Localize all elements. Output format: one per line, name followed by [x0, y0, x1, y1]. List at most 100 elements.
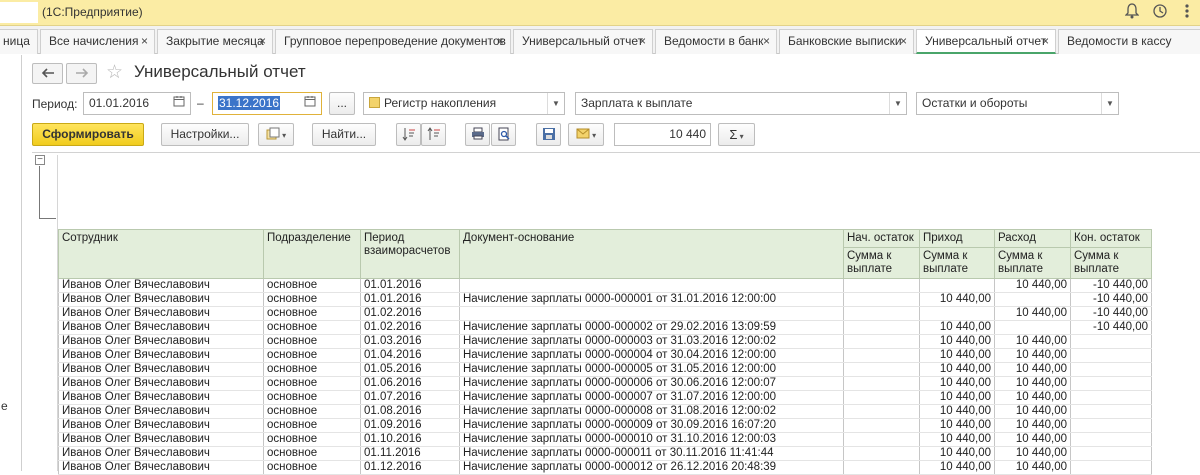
close-icon[interactable]: ×	[497, 30, 504, 53]
print-preview-button[interactable]	[491, 123, 516, 146]
cell-document[interactable]: Начисление зарплаты 0000-000008 от 31.08…	[459, 404, 844, 419]
register-type-select[interactable]: Регистр накопления ▼	[363, 92, 565, 115]
cell-expense[interactable]	[994, 292, 1071, 307]
cell-document[interactable]: Начисление зарплаты 0000-000006 от 30.06…	[459, 376, 844, 391]
cell-end-balance[interactable]: -10 440,00	[1070, 306, 1152, 321]
generate-button[interactable]: Сформировать	[32, 123, 144, 146]
cell-department[interactable]: основное	[263, 320, 361, 335]
cell-expense[interactable]: 10 440,00	[994, 278, 1071, 293]
tab-bank-extracts[interactable]: Банковские выписки ×	[779, 29, 914, 54]
close-icon[interactable]: ×	[141, 30, 148, 53]
table-row[interactable]: Иванов Олег Вячеславович основное 01.02.20…	[58, 320, 1152, 335]
variant-menu-button[interactable]: ▾	[258, 123, 294, 146]
cell-document[interactable]: Начисление зарплаты 0000-000007 от 31.07…	[459, 390, 844, 405]
cell-period[interactable]: 01.02.2016	[360, 320, 460, 335]
cell-document[interactable]: Начисление зарплаты 0000-000001 от 31.01…	[459, 292, 844, 307]
cell-start-balance[interactable]	[843, 376, 920, 391]
cell-department[interactable]: основное	[263, 362, 361, 377]
cell-expense[interactable]: 10 440,00	[994, 432, 1071, 447]
find-button[interactable]: Найти...	[312, 123, 376, 146]
cell-end-balance[interactable]: -10 440,00	[1070, 278, 1152, 293]
more-menu-icon[interactable]	[1177, 3, 1197, 23]
table-row[interactable]: Иванов Олег Вячеславович основное 01.02.20…	[58, 306, 1152, 321]
cell-employee[interactable]: Иванов Олег Вячеславович	[58, 432, 264, 447]
cell-start-balance[interactable]	[843, 306, 920, 321]
close-icon[interactable]: ×	[900, 30, 907, 53]
table-row[interactable]: Иванов Олег Вячеславович основное 01.11.20…	[58, 446, 1152, 461]
cell-start-balance[interactable]	[843, 432, 920, 447]
cell-income[interactable]: 10 440,00	[919, 292, 995, 307]
cell-department[interactable]: основное	[263, 334, 361, 349]
cell-document[interactable]: Начисление зарплаты 0000-000003 от 31.03…	[459, 334, 844, 349]
favorite-star-icon[interactable]: ☆	[106, 61, 123, 84]
history-icon[interactable]	[1150, 3, 1170, 23]
cell-employee[interactable]: Иванов Олег Вячеславович	[58, 404, 264, 419]
cell-employee[interactable]: Иванов Олег Вячеславович	[58, 460, 264, 475]
cell-period[interactable]: 01.08.2016	[360, 404, 460, 419]
cell-expense[interactable]: 10 440,00	[994, 446, 1071, 461]
cell-document[interactable]: Начисление зарплаты 0000-000005 от 31.05…	[459, 362, 844, 377]
cell-expense[interactable]: 10 440,00	[994, 418, 1071, 433]
cell-employee[interactable]: Иванов Олег Вячеславович	[58, 278, 264, 293]
cell-employee[interactable]: Иванов Олег Вячеславович	[58, 306, 264, 321]
cell-employee[interactable]: Иванов Олег Вячеславович	[58, 390, 264, 405]
cell-end-balance[interactable]: -10 440,00	[1070, 320, 1152, 335]
cell-income[interactable]: 10 440,00	[919, 376, 995, 391]
cell-expense[interactable]: 10 440,00	[994, 460, 1071, 475]
cell-end-balance[interactable]	[1070, 446, 1152, 461]
cell-employee[interactable]: Иванов Олег Вячеславович	[58, 376, 264, 391]
period-to-field[interactable]: 31.12.2016	[212, 92, 322, 115]
cell-document[interactable]	[459, 278, 844, 293]
cell-employee[interactable]: Иванов Олег Вячеславович	[58, 362, 264, 377]
sum-mode-button[interactable]: Σ ▾	[718, 123, 755, 146]
sum-field[interactable]: 10 440	[614, 123, 711, 146]
tab-bank-statements-lists[interactable]: Ведомости в банк ×	[655, 29, 777, 54]
cell-income[interactable]: 10 440,00	[919, 390, 995, 405]
cell-department[interactable]: основное	[263, 292, 361, 307]
period-from-field[interactable]: 01.01.2016	[83, 92, 191, 115]
cell-start-balance[interactable]	[843, 334, 920, 349]
tab-home-page[interactable]: ница	[0, 29, 38, 54]
cell-start-balance[interactable]	[843, 404, 920, 419]
cell-end-balance[interactable]	[1070, 390, 1152, 405]
cell-period[interactable]: 01.04.2016	[360, 348, 460, 363]
table-row[interactable]: Иванов Олег Вячеславович основное 01.01.20…	[58, 292, 1152, 307]
cell-end-balance[interactable]	[1070, 432, 1152, 447]
cell-end-balance[interactable]	[1070, 348, 1152, 363]
cell-end-balance[interactable]	[1070, 460, 1152, 475]
cell-period[interactable]: 01.11.2016	[360, 446, 460, 461]
cell-department[interactable]: основное	[263, 348, 361, 363]
cell-document[interactable]	[459, 306, 844, 321]
sort-descending-button[interactable]	[421, 123, 446, 146]
cell-period[interactable]: 01.02.2016	[360, 306, 460, 321]
cell-expense[interactable]: 10 440,00	[994, 390, 1071, 405]
cell-period[interactable]: 01.01.2016	[360, 292, 460, 307]
cell-start-balance[interactable]	[843, 362, 920, 377]
cell-expense[interactable]: 10 440,00	[994, 362, 1071, 377]
calendar-icon[interactable]	[304, 94, 318, 111]
close-icon[interactable]: ×	[1042, 30, 1049, 52]
close-icon[interactable]: ×	[763, 30, 770, 53]
cell-period[interactable]: 01.12.2016	[360, 460, 460, 475]
tab-universal-report-active[interactable]: Универсальный отчет ×	[916, 29, 1056, 54]
cell-document[interactable]: Начисление зарплаты 0000-000002 от 29.02…	[459, 320, 844, 335]
cell-document[interactable]: Начисление зарплаты 0000-000012 от 26.12…	[459, 460, 844, 475]
title-search-area[interactable]	[0, 2, 38, 23]
register-select[interactable]: Зарплата к выплате ▼	[575, 92, 907, 115]
cell-end-balance[interactable]	[1070, 334, 1152, 349]
table-row[interactable]: Иванов Олег Вячеславович основное 01.03.20…	[58, 334, 1152, 349]
cell-income[interactable]: 10 440,00	[919, 446, 995, 461]
cell-period[interactable]: 01.03.2016	[360, 334, 460, 349]
cell-income[interactable]: 10 440,00	[919, 404, 995, 419]
cell-expense[interactable]	[994, 320, 1071, 335]
cell-start-balance[interactable]	[843, 460, 920, 475]
cell-income[interactable]	[919, 278, 995, 293]
cell-start-balance[interactable]	[843, 418, 920, 433]
cell-expense[interactable]: 10 440,00	[994, 404, 1071, 419]
close-icon[interactable]: ×	[259, 30, 266, 53]
save-button[interactable]	[536, 123, 561, 146]
close-icon[interactable]: ×	[639, 30, 646, 53]
cell-period[interactable]: 01.07.2016	[360, 390, 460, 405]
cell-start-balance[interactable]	[843, 348, 920, 363]
tab-month-close[interactable]: Закрытие месяца ×	[157, 29, 273, 54]
